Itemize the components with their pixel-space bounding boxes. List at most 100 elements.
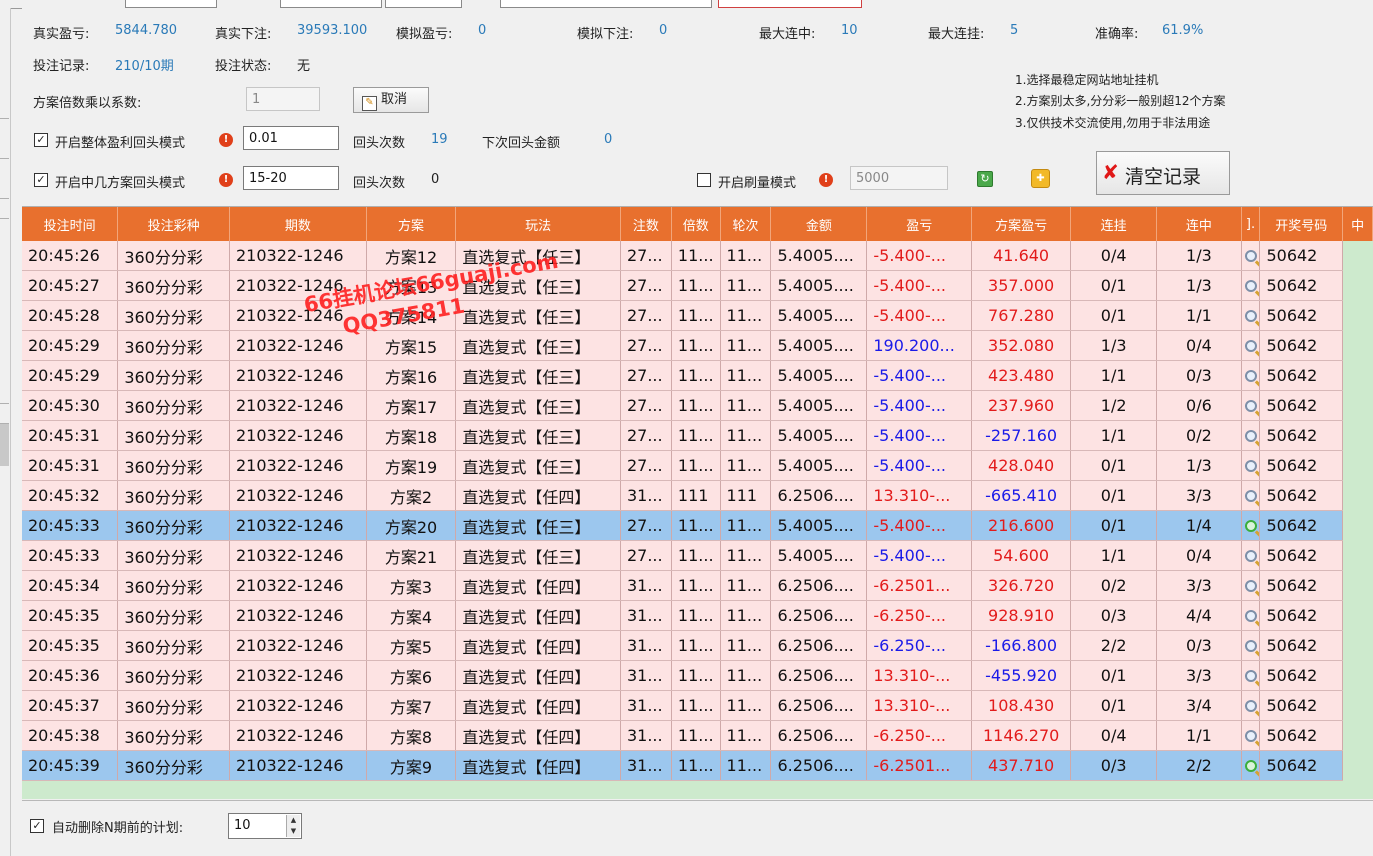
column-header[interactable]: 注数: [620, 207, 672, 241]
brush-mode-input[interactable]: 5000: [850, 166, 948, 190]
table-row[interactable]: 20:45:32 360分分彩 210322-1246 方案2 直选复式【任四】 31..…: [22, 480, 1373, 511]
plan-return-checkbox[interactable]: ✓: [34, 173, 48, 187]
table-row[interactable]: 20:45:29 360分分彩 210322-1246 方案16 直选复式【任三】 27.…: [22, 360, 1373, 391]
table-row[interactable]: 20:45:28 360分分彩 210322-1246 方案14 直选复式【任三】 27.…: [22, 300, 1373, 331]
column-header[interactable]: 开奖号码: [1259, 207, 1344, 241]
magnifier-icon[interactable]: [1241, 480, 1261, 511]
table-cell: 360分分彩: [117, 390, 230, 421]
magnifier-icon[interactable]: [1241, 300, 1261, 331]
column-header[interactable]: 倍数: [671, 207, 721, 241]
table-cell: 326.720: [971, 570, 1072, 601]
table-cell: 210322-1246: [229, 660, 367, 691]
magnifier-icon[interactable]: [1241, 540, 1261, 571]
table-cell: 360分分彩: [117, 570, 230, 601]
auto-delete-stepper[interactable]: 10 ▲ ▼: [228, 813, 302, 839]
magnifier-icon[interactable]: [1241, 660, 1261, 691]
table-cell: 360分分彩: [117, 450, 230, 481]
accuracy-label: 准确率:: [1095, 27, 1139, 42]
edit-icon: ✎: [362, 96, 377, 111]
brush-mode-checkbox[interactable]: [697, 173, 711, 187]
column-header[interactable]: 中: [1342, 207, 1373, 241]
table-cell: 1/3: [1156, 450, 1242, 481]
table-cell: 11...: [720, 270, 772, 301]
warning-icon[interactable]: !: [219, 133, 233, 147]
toolbar-field[interactable]: [385, 0, 462, 8]
table-cell: 360分分彩: [117, 300, 230, 331]
column-header[interactable]: 连挂: [1070, 207, 1158, 241]
magnifier-icon[interactable]: [1241, 450, 1261, 481]
table-cell: 11...: [671, 570, 721, 601]
magnifier-icon[interactable]: [1241, 570, 1261, 601]
delete-x-icon: ✘: [1102, 160, 1119, 184]
magnifier-icon[interactable]: [1241, 510, 1261, 541]
toolbar-field[interactable]: [125, 0, 217, 8]
toolbar-field[interactable]: [280, 0, 382, 8]
magnifier-icon[interactable]: [1241, 690, 1261, 721]
puzzle-icon[interactable]: ✚: [1031, 169, 1050, 188]
table-cell: 11...: [671, 600, 721, 631]
column-header[interactable]: 方案盈亏: [971, 207, 1072, 241]
column-header[interactable]: 金额: [770, 207, 868, 241]
table-row[interactable]: 20:45:26 360分分彩 210322-1246 方案12 直选复式【任三】 27.…: [22, 241, 1373, 271]
magnifier-icon[interactable]: [1241, 720, 1261, 751]
table-row[interactable]: 20:45:34 360分分彩 210322-1246 方案3 直选复式【任四】 31..…: [22, 570, 1373, 601]
note-line: 1.选择最稳定网站地址挂机: [1015, 73, 1159, 87]
magnifier-icon[interactable]: [1241, 270, 1261, 301]
magnifier-icon[interactable]: [1241, 750, 1261, 781]
table-cell: -5.400-...: [866, 300, 973, 331]
warning-icon[interactable]: !: [219, 173, 233, 187]
table-row[interactable]: 20:45:33 360分分彩 210322-1246 方案20 直选复式【任三】 27.…: [22, 510, 1373, 541]
table-cell: 360分分彩: [117, 600, 230, 631]
table-row[interactable]: 20:45:35 360分分彩 210322-1246 方案5 直选复式【任四】 31..…: [22, 630, 1373, 661]
table-row[interactable]: 20:45:29 360分分彩 210322-1246 方案15 直选复式【任三】 27.…: [22, 330, 1373, 361]
column-header[interactable]: 投注彩种: [117, 207, 230, 241]
table-cell: 108.430: [971, 690, 1072, 721]
table-cell: -455.920: [971, 660, 1072, 691]
table-cell: 111: [671, 480, 721, 511]
toolbar-field[interactable]: [500, 0, 712, 8]
profit-return-checkbox[interactable]: ✓: [34, 133, 48, 147]
warning-icon[interactable]: !: [819, 173, 833, 187]
table-row[interactable]: 20:45:38 360分分彩 210322-1246 方案8 直选复式【任四】 31..…: [22, 720, 1373, 751]
column-header[interactable]: 玩法: [455, 207, 621, 241]
column-header[interactable]: 连中: [1156, 207, 1242, 241]
table-row[interactable]: 20:45:31 360分分彩 210322-1246 方案18 直选复式【任三】 27.…: [22, 420, 1373, 451]
stepper-arrows-icon[interactable]: ▲ ▼: [286, 815, 300, 837]
magnifier-icon[interactable]: [1241, 330, 1261, 361]
table-row[interactable]: 20:45:31 360分分彩 210322-1246 方案19 直选复式【任三】 27.…: [22, 450, 1373, 481]
table-row[interactable]: 20:45:35 360分分彩 210322-1246 方案4 直选复式【任四】 31..…: [22, 600, 1373, 631]
clear-records-button[interactable]: ✘ 清空记录: [1096, 151, 1230, 195]
table-row[interactable]: 20:45:27 360分分彩 210322-1246 方案13 直选复式【任三】 27.…: [22, 270, 1373, 301]
toolbar-field[interactable]: [718, 0, 862, 8]
column-header[interactable]: 方案: [366, 207, 457, 241]
refresh-icon[interactable]: ↻: [977, 171, 993, 187]
table-cell: 13.310-...: [866, 690, 973, 721]
column-header[interactable]: ].: [1241, 207, 1261, 241]
magnifier-icon[interactable]: [1241, 420, 1261, 451]
plan-return-input[interactable]: 15-20: [243, 166, 339, 190]
table-row[interactable]: 20:45:33 360分分彩 210322-1246 方案21 直选复式【任三】 27.…: [22, 540, 1373, 571]
cancel-button[interactable]: ✎ 取消: [353, 87, 429, 113]
table-row[interactable]: 20:45:36 360分分彩 210322-1246 方案6 直选复式【任四】 31..…: [22, 660, 1373, 691]
magnifier-icon[interactable]: [1241, 241, 1261, 271]
table-cell: 360分分彩: [117, 360, 230, 391]
profit-return-input[interactable]: 0.01: [243, 126, 339, 150]
column-header[interactable]: 投注时间: [22, 207, 119, 241]
max-lose-streak-label: 最大连挂:: [928, 27, 985, 42]
table-row[interactable]: 20:45:39 360分分彩 210322-1246 方案9 直选复式【任四】 31..…: [22, 750, 1373, 781]
auto-delete-checkbox[interactable]: ✓: [30, 819, 44, 833]
multiplier-input[interactable]: 1: [246, 87, 320, 111]
table-cell: 直选复式【任四】: [455, 660, 621, 691]
column-header[interactable]: 期数: [229, 207, 367, 241]
column-header[interactable]: 轮次: [720, 207, 772, 241]
column-header[interactable]: 盈亏: [866, 207, 973, 241]
magnifier-icon[interactable]: [1241, 360, 1261, 391]
table-row[interactable]: 20:45:37 360分分彩 210322-1246 方案7 直选复式【任四】 31..…: [22, 690, 1373, 721]
table-row[interactable]: 20:45:30 360分分彩 210322-1246 方案17 直选复式【任三】 27.…: [22, 390, 1373, 421]
table-cell: 11...: [720, 450, 772, 481]
table-cell: 27...: [620, 390, 672, 421]
magnifier-icon[interactable]: [1241, 600, 1261, 631]
magnifier-icon[interactable]: [1241, 630, 1261, 661]
magnifier-icon[interactable]: [1241, 390, 1261, 421]
bet-records-grid[interactable]: 投注时间 投注彩种 期数 方案 玩法 注数 倍数 轮次 金额 盈亏 方案盈亏 连挂 连中]. 开奖号码中 …: [22, 206, 1373, 799]
